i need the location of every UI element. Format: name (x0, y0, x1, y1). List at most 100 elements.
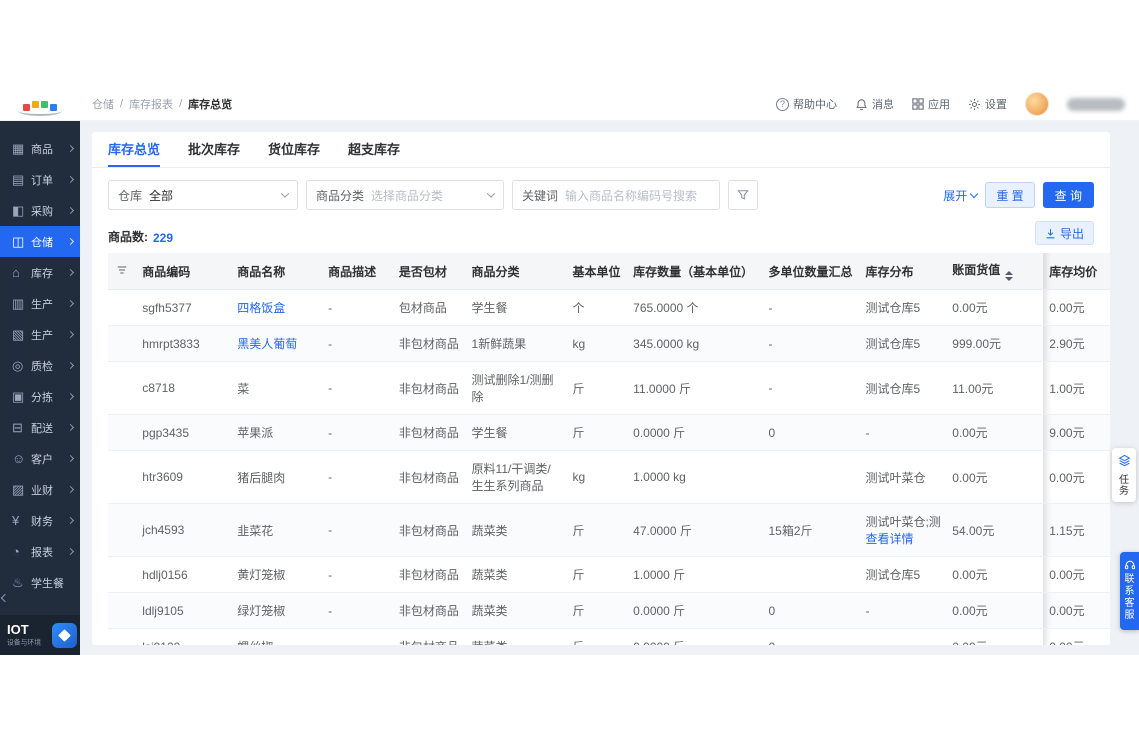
cell-avg: 9.00元 (1043, 414, 1110, 451)
cell-qty: 345.0000 kg (627, 325, 763, 362)
product-name: 韭菜花 (237, 523, 274, 538)
iot-icon (52, 622, 77, 648)
category-select[interactable]: 商品分类 选择商品分类 (306, 180, 504, 210)
tasks-floating-tab[interactable]: 任务 (1112, 448, 1136, 502)
warehouse-icon: ◫ (12, 233, 25, 249)
sidebar-item-production-1[interactable]: ▥ 生产 (0, 288, 80, 319)
contact-support-label: 联系客服 (1124, 574, 1135, 621)
cell-book: 0.00元 (946, 592, 1044, 629)
cell-code: c8718 (136, 361, 232, 415)
cell-code: hdlj0156 (136, 556, 232, 593)
chevron-right-icon (66, 144, 75, 153)
search-button[interactable]: 查 询 (1042, 182, 1094, 208)
breadcrumb-separator: / (179, 98, 183, 110)
sort-icon[interactable] (1005, 271, 1014, 281)
cell-cat: 测试删除1/测删除 (465, 361, 567, 415)
table-row-sgfh5377[interactable]: sgfh5377 四格饭盒 - 包材商品 学生餐个 765.0000 个 - 测试仓库5 0.0… (108, 289, 1110, 326)
sorting-icon: ▣ (12, 388, 25, 404)
sidebar-item-finance[interactable]: ¥ 财务 (0, 505, 80, 536)
cell-unit: 斤 (566, 628, 628, 645)
expand-toggle[interactable]: 展开 (943, 187, 979, 204)
cell-pack: 非包材商品 (392, 450, 466, 504)
chevron-right-icon (66, 268, 75, 277)
cell-name: 韭菜花 (231, 503, 323, 557)
sidebar-item-biz-finance[interactable]: ▨ 业财 (0, 474, 80, 505)
cell-book: 11.00元 (946, 361, 1044, 415)
chevron-right-icon (66, 423, 75, 432)
product-name-link[interactable]: 黑美人葡萄 (237, 337, 297, 351)
table-row-hmrpt3833[interactable]: hmrpt3833 黑美人葡萄 - 非包材商品 1新鲜蔬果 kg 345.0000 kg - 测… (108, 325, 1110, 362)
cell-qty: 0.0000 斤 (627, 628, 763, 645)
messages-link[interactable]: 消息 (855, 96, 894, 112)
column-header-7: 库存数量（基本单位） (627, 253, 763, 290)
help-center-link[interactable]: ? 帮助中心 (776, 96, 837, 112)
apps-link[interactable]: 应用 (912, 96, 950, 112)
contact-support-tab[interactable]: 联系客服 (1120, 552, 1139, 630)
export-button[interactable]: 导出 (1034, 221, 1094, 245)
avatar[interactable] (1025, 92, 1049, 116)
table-row-lsj9120[interactable]: lsj9120螺丝椒-非包材商品蔬菜类斤0.0000 斤0-0.00元0.00元 (108, 628, 1110, 645)
chevron-down-icon (280, 189, 290, 198)
summary-row: 商品数: 229 导出 (92, 219, 1110, 253)
sidebar-item-products[interactable]: ▦ 商品 (0, 133, 80, 164)
cell-unit: kg (566, 325, 628, 362)
cell-unit: 斤 (566, 361, 628, 415)
inventory-table: 商品编码 商品名称 商品描述 是否包材 商品分类 基本单位 库存数量（基本单位） 多单位数量汇… (108, 253, 1110, 645)
filter-funnel-button[interactable] (728, 180, 758, 210)
sidebar-item-production-2[interactable]: ▧ 生产 (0, 319, 80, 350)
column-header-2: 商品名称 (231, 253, 323, 290)
product-count-value: 229 (153, 231, 174, 245)
sidebar-item-quality-check[interactable]: ◎ 质检 (0, 350, 80, 381)
column-settings-header[interactable] (108, 253, 137, 290)
settings-link[interactable]: 设置 (968, 96, 1007, 112)
customers-icon: ☺ (12, 451, 26, 466)
sidebar-item-inventory[interactable]: ⌂ 库存 (0, 257, 80, 288)
column-header-10[interactable]: 账面货值 (946, 253, 1044, 290)
breadcrumb-item-inventory-report[interactable]: 库存报表 (129, 96, 173, 112)
table-row-c8718[interactable]: c8718 菜 - 非包材商品 测试删除1/测删除斤 11.0000 斤 - 测试仓库5 11.… (108, 361, 1110, 415)
cell-dist: 测试仓库5 (859, 361, 947, 415)
keyword-input[interactable]: 关键词 输入商品名称编码号搜索 (512, 180, 720, 210)
sidebar-collapse-button[interactable] (0, 591, 14, 605)
sidebar-item-delivery[interactable]: ⊟ 配送 (0, 412, 80, 443)
sidebar-item-reports[interactable]: ◔ 报表 (0, 536, 80, 567)
cell-name: 黑美人葡萄 (231, 325, 323, 362)
tab-4[interactable]: 超支库存 (348, 132, 400, 167)
iot-panel[interactable]: IOT 设备与环境 (0, 615, 80, 655)
table-row-ldlj9105[interactable]: ldlj9105 绿灯笼椒 - 非包材商品 蔬菜类斤 0.0000 斤 0-0.00元 0.0… (108, 592, 1110, 629)
sidebar-item-customers[interactable]: ☺ 客户 (0, 443, 80, 474)
topbar: 仓储 / 库存报表 / 库存总览 ? 帮助中心 消息 应用 设置 (0, 88, 1139, 121)
cell-unit: 斤 (566, 592, 628, 629)
cell-cat: 学生餐 (465, 414, 567, 451)
tab-1[interactable]: 库存总览 (108, 132, 161, 167)
cell-avg: 0.00元 (1043, 628, 1110, 645)
column-header-1: 商品编码 (136, 253, 232, 290)
sidebar-item-sorting[interactable]: ▣ 分拣 (0, 381, 80, 412)
student-meals-icon: ♨ (12, 574, 24, 590)
warehouse-select[interactable]: 仓库 全部 (108, 180, 298, 210)
sidebar-item-purchase[interactable]: ◧ 采购 (0, 195, 80, 226)
sidebar-item-warehouse[interactable]: ◫ 仓储 (0, 226, 80, 257)
tab-3[interactable]: 货位库存 (268, 132, 320, 167)
app-logo[interactable] (0, 88, 80, 120)
table-row-htr3609[interactable]: htr3609 猪后腿肉 - 非包材商品 原料11/干调类/生生系列商品 kg 1.0000… (108, 450, 1110, 504)
funnel-icon (737, 190, 749, 200)
tasks-label: 任务 (1119, 475, 1129, 497)
column-settings-icon (117, 265, 127, 274)
cell-unit: kg (566, 450, 628, 504)
view-details-link[interactable]: 查看详情 (865, 530, 940, 547)
iot-title: IOT (7, 621, 29, 637)
sidebar-item-orders[interactable]: ▤ 订单 (0, 164, 80, 195)
tab-2[interactable]: 批次库存 (188, 132, 240, 167)
reset-button[interactable]: 重 置 (985, 182, 1035, 208)
logo-swoosh (18, 106, 62, 116)
breadcrumb-item-warehouse[interactable]: 仓储 (92, 96, 114, 112)
table-row-pgp3435[interactable]: pgp3435 苹果派 - 非包材商品 学生餐斤 0.0000 斤 0-0.00元 9.00元 (108, 414, 1110, 451)
download-icon (1046, 228, 1055, 238)
table-row-jch4593[interactable]: jch4593 韭菜花 - 非包材商品 蔬菜类斤 47.0000 斤 15箱2斤 测试叶菜仓;… (108, 503, 1110, 557)
purchase-icon: ◧ (12, 202, 25, 218)
table-row-hdlj0156[interactable]: hdlj0156 黄灯笼椒 - 非包材商品 蔬菜类斤 1.0000 斤测试仓库5 0.00元… (108, 556, 1110, 593)
cell-book: 0.00元 (946, 556, 1044, 593)
cell-desc: - (322, 628, 393, 645)
product-name-link[interactable]: 四格饭盒 (237, 301, 285, 315)
